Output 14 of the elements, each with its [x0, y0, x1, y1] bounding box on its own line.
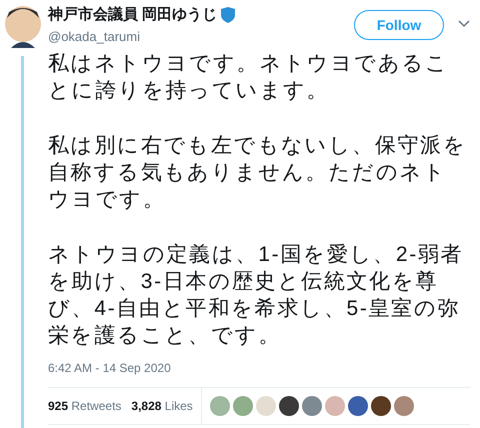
author-handle: @okada_tarumi: [48, 28, 141, 46]
stat-count[interactable]: 3,828 Likes: [131, 397, 193, 415]
author-name[interactable]: 神戸市会議員 岡田ゆうじ: [48, 4, 218, 26]
stat-count[interactable]: 925 Retweets: [48, 397, 122, 415]
shield-icon: [221, 7, 236, 24]
avatar: [2, 4, 42, 48]
chevron-down-icon[interactable]: [458, 20, 470, 28]
timestamp: 6:42 AM - 14 Sep 2020: [47, 360, 172, 377]
tweet-paragraph: 私はネトウヨです。ネトウヨであることに誇りを持っています。: [48, 51, 450, 104]
tweet-paragraph: ネトウヨの定義は、1-国を愛し、2-弱者を助け、3-日本の歴史と伝統文化を尊び、4-自由と平和を希求し、5-皇室の弥栄を護ること、です。: [48, 242, 464, 349]
tweet-paragraph: 私は別に右でも左でもないし、保守派を自称する気もありません。ただのネトウヨです。: [48, 133, 468, 213]
liker-avatar[interactable]: [278, 396, 299, 416]
liker-avatar[interactable]: [370, 396, 391, 416]
liker-avatar[interactable]: [348, 396, 368, 416]
